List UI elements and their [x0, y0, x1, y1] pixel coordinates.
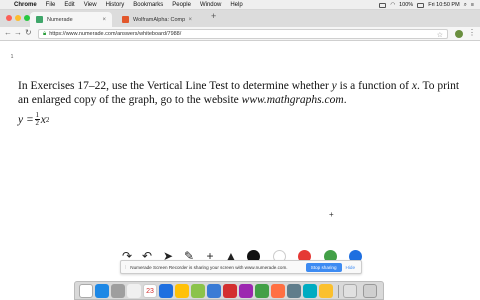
reload-icon[interactable]: ↻ [25, 28, 32, 37]
screen-share-banner: ⁞ Numerade Screen Recorder is sharing yo… [120, 260, 362, 274]
launchpad-icon[interactable] [111, 284, 125, 298]
bookmark-star-icon[interactable]: ☆ [437, 31, 443, 39]
tab-label: Numerade [47, 16, 73, 23]
share-message: Numerade Screen Recorder is sharing your… [130, 264, 288, 270]
safari-icon[interactable] [159, 284, 173, 298]
contacts-icon[interactable] [127, 284, 141, 298]
podcasts-icon[interactable] [239, 284, 253, 298]
stop-sharing-button[interactable]: Stop sharing [305, 262, 342, 272]
battery-icon[interactable] [417, 2, 425, 8]
menu-app-name[interactable]: Chrome [14, 2, 37, 8]
dock-separator [338, 285, 339, 298]
excel-icon[interactable] [255, 284, 269, 298]
fraction-numerator: 1 [35, 111, 40, 119]
menu-view[interactable]: View [84, 2, 97, 8]
search-icon[interactable]: ⌕ [464, 2, 467, 9]
address-bar: ← → ↻ 🔒︎ https://www.numerade.com/answer… [0, 27, 480, 41]
tab-numerade[interactable]: Numerade × [30, 12, 112, 27]
chrome-icon[interactable] [319, 284, 333, 298]
clock[interactable]: Fri 10:50 PM [428, 2, 459, 8]
finder-icon[interactable] [79, 284, 93, 298]
photos-icon[interactable] [271, 284, 285, 298]
macos-dock: 23 [74, 281, 384, 300]
drag-handle-icon[interactable]: ⁞ [125, 265, 126, 270]
trash-icon[interactable] [363, 284, 377, 298]
new-tab-icon[interactable]: + [211, 11, 216, 21]
fraction-denominator: 2 [35, 119, 40, 127]
tab-label: WolframAlpha: Computational [133, 16, 186, 23]
screen-icon[interactable] [379, 2, 387, 8]
notes-icon[interactable] [175, 284, 189, 298]
wifi-icon[interactable]: ◠ [390, 2, 395, 8]
menu-people[interactable]: People [172, 2, 191, 8]
wolfram-favicon-icon [122, 16, 129, 23]
url-field[interactable]: 🔒︎ https://www.numerade.com/answers/whit… [38, 29, 448, 39]
url-text: https://www.numerade.com/answers/whitebo… [49, 31, 182, 37]
page-number[interactable]: 1 [8, 53, 16, 62]
back-icon[interactable]: ← [4, 28, 12, 37]
extension-icon[interactable] [455, 30, 463, 38]
fraction: 1 2 [34, 111, 40, 127]
tab-strip: Numerade × WolframAlpha: Computational ×… [0, 10, 480, 27]
tab-wolframalpha[interactable]: WolframAlpha: Computational × [116, 12, 198, 27]
menu-bookmarks[interactable]: Bookmarks [133, 2, 163, 8]
hide-button[interactable]: Hide [346, 265, 355, 270]
maps-icon[interactable] [191, 284, 205, 298]
close-tab-icon[interactable]: × [102, 17, 106, 23]
equation-lhs: y = [18, 113, 34, 126]
problem-text: In Exercises 17–22, use the Vertical Lin… [18, 80, 460, 106]
calendar-icon[interactable]: 23 [143, 284, 157, 298]
settings-icon[interactable] [287, 284, 301, 298]
close-window-icon[interactable] [6, 15, 12, 21]
minimize-window-icon[interactable] [15, 15, 21, 21]
menu-list-icon[interactable]: ≡ [471, 2, 474, 8]
close-tab-icon[interactable]: × [188, 17, 192, 23]
battery-percent: 100% [399, 2, 414, 8]
appstore-icon[interactable] [95, 284, 109, 298]
menu-history[interactable]: History [106, 2, 125, 8]
messages-icon[interactable] [303, 284, 317, 298]
window-controls [6, 15, 30, 21]
menu-help[interactable]: Help [230, 2, 242, 8]
downloads-folder-icon[interactable] [343, 284, 357, 298]
menu-file[interactable]: File [46, 2, 56, 8]
forward-icon[interactable]: → [14, 28, 22, 37]
macos-menubar: Chrome File Edit View History Bookmarks … [0, 0, 480, 10]
menu-edit[interactable]: Edit [64, 2, 74, 8]
equation: y = 1 2 x 2 [18, 112, 49, 127]
more-menu-icon[interactable]: ⋮ [468, 28, 476, 37]
music-icon[interactable] [223, 284, 237, 298]
mail-icon[interactable] [207, 284, 221, 298]
numerade-favicon-icon [36, 16, 43, 23]
status-area: ◠ 100% Fri 10:50 PM ⌕ ≡ [379, 0, 474, 10]
crosshair-cursor-icon: + [329, 210, 334, 219]
equation-exponent: 2 [45, 115, 50, 124]
menu-window[interactable]: Window [200, 2, 221, 8]
lock-icon: 🔒︎ [43, 30, 47, 37]
